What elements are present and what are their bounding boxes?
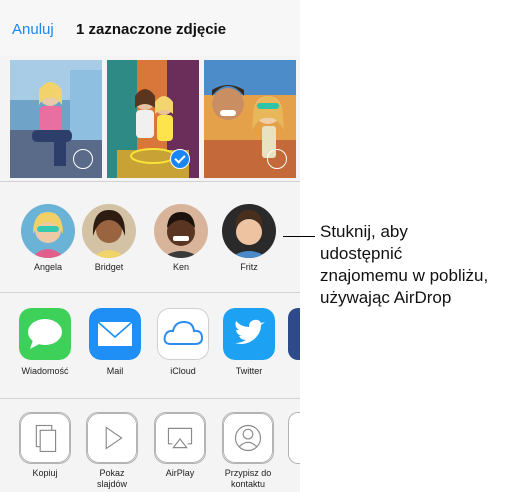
share-sheet-header: Anuluj 1 zaznaczone zdjęcie	[0, 0, 300, 56]
airdrop-contact-ken[interactable]: Ken	[151, 204, 211, 272]
airdrop-callout: Stuknij, aby udostępnić znajomemu w pobl…	[320, 221, 520, 309]
selection-checkmark-icon[interactable]	[170, 149, 190, 169]
selection-indicator-3[interactable]	[267, 149, 287, 169]
messages-icon	[19, 308, 71, 360]
action-airplay[interactable]: AirPlay	[148, 412, 212, 479]
action-copy[interactable]: Kopiuj	[13, 412, 77, 479]
action-label: Kopiuj	[32, 468, 58, 478]
contact-name: Ken	[172, 262, 189, 272]
app-label: Wiadomość	[21, 366, 69, 376]
airdrop-contact-bridget[interactable]: Bridget	[79, 204, 139, 272]
divider	[0, 181, 300, 182]
mail-icon	[89, 308, 141, 360]
share-apps-row: Wiadomość Mail iCloud Twitter	[0, 300, 300, 392]
photo-strip[interactable]	[0, 56, 300, 181]
action-slideshow[interactable]: Pokaz slajdów	[80, 412, 144, 490]
more-apps-edge[interactable]	[288, 308, 300, 360]
avatar	[21, 204, 75, 258]
photo-thumbnail-1[interactable]	[10, 60, 102, 178]
callout-line-1: Stuknij, aby	[320, 222, 408, 241]
slideshow-icon	[86, 412, 138, 464]
airdrop-contact-angela[interactable]: Angela	[18, 204, 78, 272]
action-label: AirPlay	[165, 468, 195, 478]
share-app-twitter[interactable]: Twitter	[219, 308, 279, 377]
divider	[0, 292, 300, 293]
cancel-button[interactable]: Anuluj	[12, 21, 54, 38]
action-label: Pokaz slajdów	[96, 468, 127, 489]
share-app-mail[interactable]: Mail	[85, 308, 145, 377]
avatar	[222, 204, 276, 258]
avatar	[154, 204, 208, 258]
more-actions-edge[interactable]	[288, 412, 300, 464]
assign-contact-icon	[222, 412, 274, 464]
photo-thumbnail-2[interactable]	[107, 60, 199, 178]
callout-line-3: znajomemu w pobliżu,	[320, 266, 489, 285]
selection-indicator-1[interactable]	[73, 149, 93, 169]
copy-icon	[19, 412, 71, 464]
airdrop-contact-fritz[interactable]: Fritz	[219, 204, 279, 272]
twitter-icon	[223, 308, 275, 360]
app-label: iCloud	[170, 366, 196, 376]
contact-name: Bridget	[94, 262, 124, 272]
selection-title: 1 zaznaczone zdjęcie	[76, 21, 227, 38]
action-label: Przypisz do kontaktu	[224, 468, 272, 489]
avatar	[82, 204, 136, 258]
share-sheet: Anuluj 1 zaznaczone zdjęcie Angela Bridg…	[0, 0, 300, 492]
contact-name: Angela	[33, 262, 63, 272]
share-app-messages[interactable]: Wiadomość	[15, 308, 75, 377]
photo-thumbnail-3[interactable]	[204, 60, 296, 178]
icloud-icon	[157, 308, 209, 360]
airdrop-row: Angela Bridget Ken Fritz	[0, 190, 300, 290]
airplay-icon	[154, 412, 206, 464]
callout-leader-line	[283, 236, 315, 237]
contact-name: Fritz	[240, 262, 258, 272]
divider	[0, 398, 300, 399]
app-label: Mail	[106, 366, 124, 376]
app-label: Twitter	[235, 366, 263, 376]
share-app-icloud[interactable]: iCloud	[153, 308, 213, 377]
action-assign-to-contact[interactable]: Przypisz do kontaktu	[216, 412, 280, 490]
callout-line-4: używając AirDrop	[320, 288, 452, 307]
actions-row: Kopiuj Pokaz slajdów AirPlay Przypisz do…	[0, 402, 300, 492]
callout-line-2: udostępnić	[320, 244, 403, 263]
